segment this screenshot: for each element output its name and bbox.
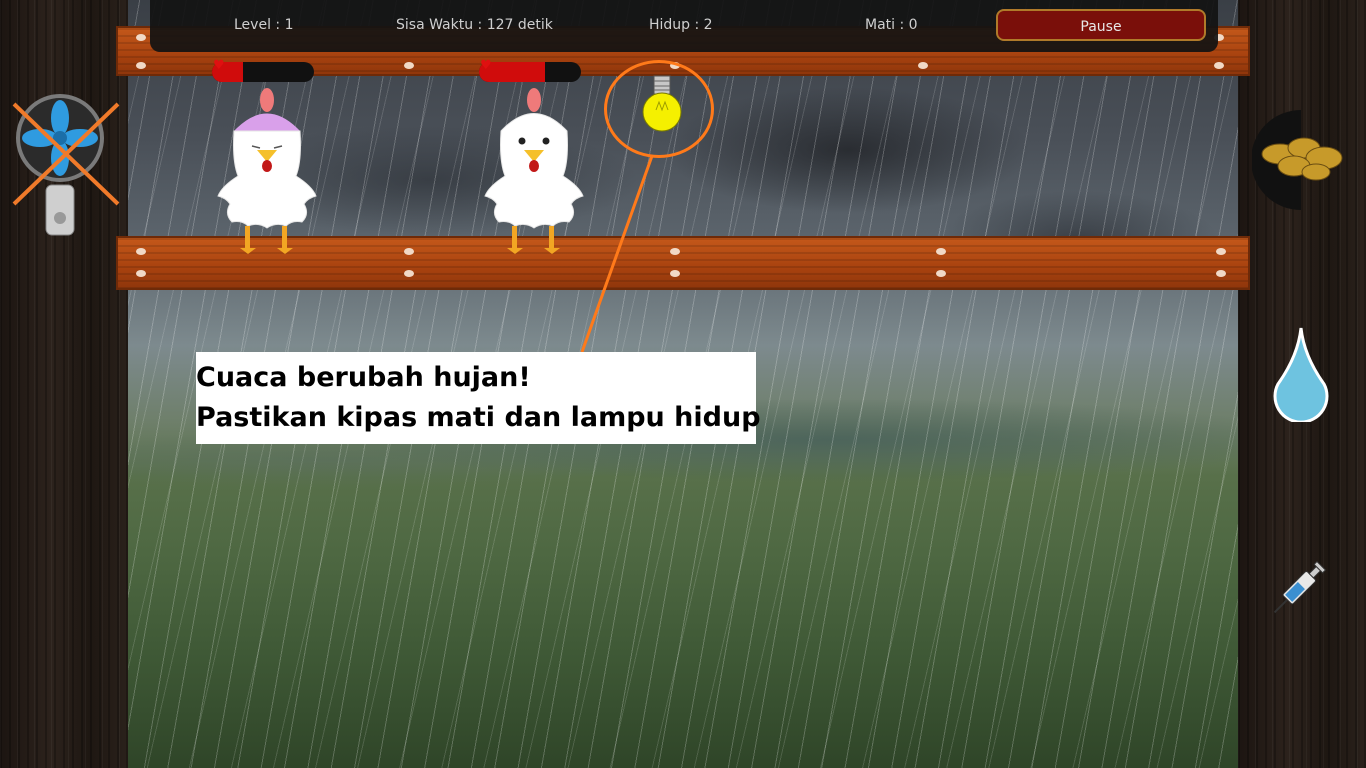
- feed-icon: [1251, 110, 1343, 210]
- chicken-1[interactable]: [212, 86, 322, 256]
- hud-bar: Level : 1 Sisa Waktu : 127 detik Hidup :…: [150, 0, 1218, 52]
- lamp-highlight-ring: [604, 60, 714, 158]
- pause-button[interactable]: Pause: [996, 9, 1206, 41]
- weather-message-line-1: Cuaca berubah hujan!: [196, 362, 531, 393]
- callout-line: [580, 155, 654, 353]
- heart-icon: ♥: [213, 58, 225, 73]
- water-drop-icon: [1273, 327, 1329, 424]
- level-label: Level : 1: [234, 17, 294, 33]
- feed-button[interactable]: [1251, 110, 1350, 210]
- fan-icon: [12, 94, 120, 236]
- chicken-2-health-bar: [479, 62, 581, 82]
- alive-count-label: Hidup : 2: [649, 17, 713, 33]
- weather-message-line-2: Pastikan kipas mati dan lampu hidup: [196, 402, 761, 433]
- fan-button[interactable]: [10, 90, 122, 240]
- time-remaining-label: Sisa Waktu : 127 detik: [396, 17, 553, 33]
- weather-message: Cuaca berubah hujan! Pastikan kipas mati…: [196, 352, 761, 444]
- vaccine-button[interactable]: [1262, 550, 1338, 624]
- syringe-icon: [1273, 560, 1327, 614]
- chicken-1-health-bar: [212, 62, 314, 82]
- dead-count-label: Mati : 0: [865, 17, 918, 33]
- heart-icon: ♥: [480, 58, 492, 73]
- water-button[interactable]: [1270, 326, 1332, 424]
